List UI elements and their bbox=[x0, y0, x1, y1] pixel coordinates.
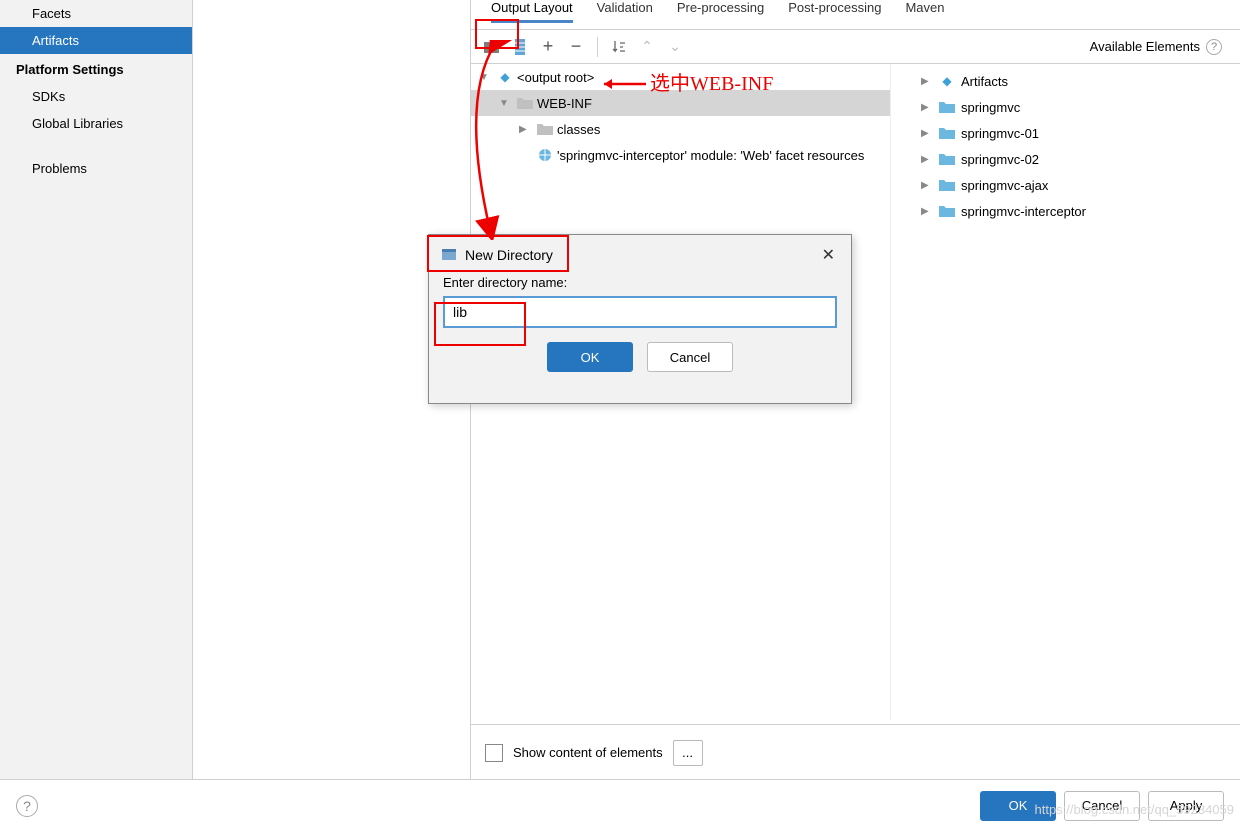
tab-maven[interactable]: Maven bbox=[905, 0, 944, 15]
expand-icon[interactable]: ▶ bbox=[921, 154, 933, 165]
tab-pre-processing[interactable]: Pre-processing bbox=[677, 0, 764, 15]
folder-icon bbox=[537, 121, 553, 137]
toolbar-separator bbox=[597, 37, 598, 57]
sidebar-item-global-libraries[interactable]: Global Libraries bbox=[0, 110, 192, 137]
elem-label: springmvc-interceptor bbox=[961, 204, 1086, 219]
add-button[interactable]: + bbox=[537, 36, 559, 58]
collapse-button[interactable]: ⌄ bbox=[664, 36, 686, 58]
available-elements-tree: ▶ ◆ Artifacts ▶ springmvc ▶ springmvc-01… bbox=[890, 64, 1240, 720]
available-elements-text: Available Elements bbox=[1090, 39, 1200, 54]
dialog-cancel-button[interactable]: Cancel bbox=[647, 342, 733, 372]
module-icon bbox=[939, 125, 955, 141]
expand-icon[interactable]: ▶ bbox=[921, 102, 933, 113]
sort-icon bbox=[611, 39, 627, 55]
sidebar-item-facets[interactable]: Facets bbox=[0, 0, 192, 27]
tab-validation[interactable]: Validation bbox=[597, 0, 653, 15]
help-icon[interactable]: ? bbox=[1206, 39, 1222, 55]
dialog-title-text: New Directory bbox=[465, 247, 553, 263]
elem-label: springmvc bbox=[961, 100, 1020, 115]
sidebar-heading-platform: Platform Settings bbox=[0, 54, 192, 83]
elem-springmvc-ajax[interactable]: ▶ springmvc-ajax bbox=[891, 172, 1240, 198]
help-icon[interactable]: ? bbox=[16, 795, 38, 817]
dialog-ok-button[interactable]: OK bbox=[547, 342, 633, 372]
elem-artifacts[interactable]: ▶ ◆ Artifacts bbox=[891, 68, 1240, 94]
toolbar: + − ⌃ ⌄ Available Elements ? bbox=[471, 30, 1240, 64]
close-icon[interactable]: ✕ bbox=[818, 241, 839, 269]
sort-button[interactable] bbox=[608, 36, 630, 58]
watermark: https://blog.csdn.net/qq_59234059 bbox=[1035, 802, 1235, 817]
tree-classes[interactable]: ▶ classes bbox=[471, 116, 890, 142]
elem-springmvc-01[interactable]: ▶ springmvc-01 bbox=[891, 120, 1240, 146]
new-folder-icon bbox=[483, 39, 501, 55]
module-icon bbox=[939, 203, 955, 219]
sidebar: Facets Artifacts Platform Settings SDKs … bbox=[0, 0, 193, 780]
new-directory-dialog: New Directory ✕ Enter directory name: OK… bbox=[428, 234, 852, 404]
layout-button[interactable] bbox=[509, 36, 531, 58]
tab-output-layout[interactable]: Output Layout bbox=[491, 0, 573, 15]
module-icon bbox=[939, 99, 955, 115]
elem-label: Artifacts bbox=[961, 74, 1008, 89]
sidebar-item-artifacts[interactable]: Artifacts bbox=[0, 27, 192, 54]
dialog-icon bbox=[441, 246, 457, 265]
tree-label: WEB-INF bbox=[537, 96, 592, 111]
module-icon bbox=[939, 177, 955, 193]
dialog-titlebar: New Directory ✕ bbox=[429, 235, 851, 275]
available-elements-label: Available Elements ? bbox=[1090, 39, 1230, 55]
artifacts-icon: ◆ bbox=[939, 73, 955, 89]
expand-icon[interactable]: ▼ bbox=[479, 72, 493, 83]
expand-icon[interactable]: ▼ bbox=[499, 98, 513, 109]
expand-button[interactable]: ⌃ bbox=[636, 36, 658, 58]
tabs: Output Layout Validation Pre-processing … bbox=[471, 0, 1240, 20]
elem-springmvc[interactable]: ▶ springmvc bbox=[891, 94, 1240, 120]
output-root-icon: ◆ bbox=[497, 69, 513, 85]
expand-icon[interactable]: ▶ bbox=[921, 128, 933, 139]
elem-label: springmvc-ajax bbox=[961, 178, 1048, 193]
sidebar-item-sdks[interactable]: SDKs bbox=[0, 83, 192, 110]
expand-icon[interactable]: ▶ bbox=[921, 180, 933, 191]
tree-label: classes bbox=[557, 122, 600, 137]
expand-icon[interactable]: ▶ bbox=[921, 206, 933, 217]
annotation-text: 选中WEB-INF bbox=[650, 67, 773, 96]
tree-label: 'springmvc-interceptor' module: 'Web' fa… bbox=[557, 148, 864, 163]
ellipsis-button[interactable]: ... bbox=[673, 740, 703, 766]
expand-icon[interactable]: ▶ bbox=[921, 76, 933, 87]
module-icon bbox=[939, 151, 955, 167]
layout-icon bbox=[513, 39, 527, 55]
elem-label: springmvc-02 bbox=[961, 152, 1039, 167]
new-folder-button[interactable] bbox=[481, 36, 503, 58]
show-content-label: Show content of elements bbox=[513, 745, 663, 760]
expand-icon[interactable]: ▶ bbox=[519, 124, 533, 135]
bottom-bar: Show content of elements ... bbox=[471, 724, 1240, 780]
directory-name-input[interactable] bbox=[443, 296, 837, 328]
tab-post-processing[interactable]: Post-processing bbox=[788, 0, 881, 15]
remove-button[interactable]: − bbox=[565, 36, 587, 58]
folder-icon bbox=[517, 95, 533, 111]
tree-label: <output root> bbox=[517, 70, 594, 85]
elem-springmvc-02[interactable]: ▶ springmvc-02 bbox=[891, 146, 1240, 172]
sidebar-item-problems[interactable]: Problems bbox=[0, 155, 192, 182]
show-content-checkbox[interactable] bbox=[485, 744, 503, 762]
elem-springmvc-interceptor[interactable]: ▶ springmvc-interceptor bbox=[891, 198, 1240, 224]
elem-label: springmvc-01 bbox=[961, 126, 1039, 141]
dialog-label: Enter directory name: bbox=[443, 275, 837, 290]
web-icon bbox=[537, 147, 553, 163]
tree-facet-resources[interactable]: 'springmvc-interceptor' module: 'Web' fa… bbox=[471, 142, 890, 168]
